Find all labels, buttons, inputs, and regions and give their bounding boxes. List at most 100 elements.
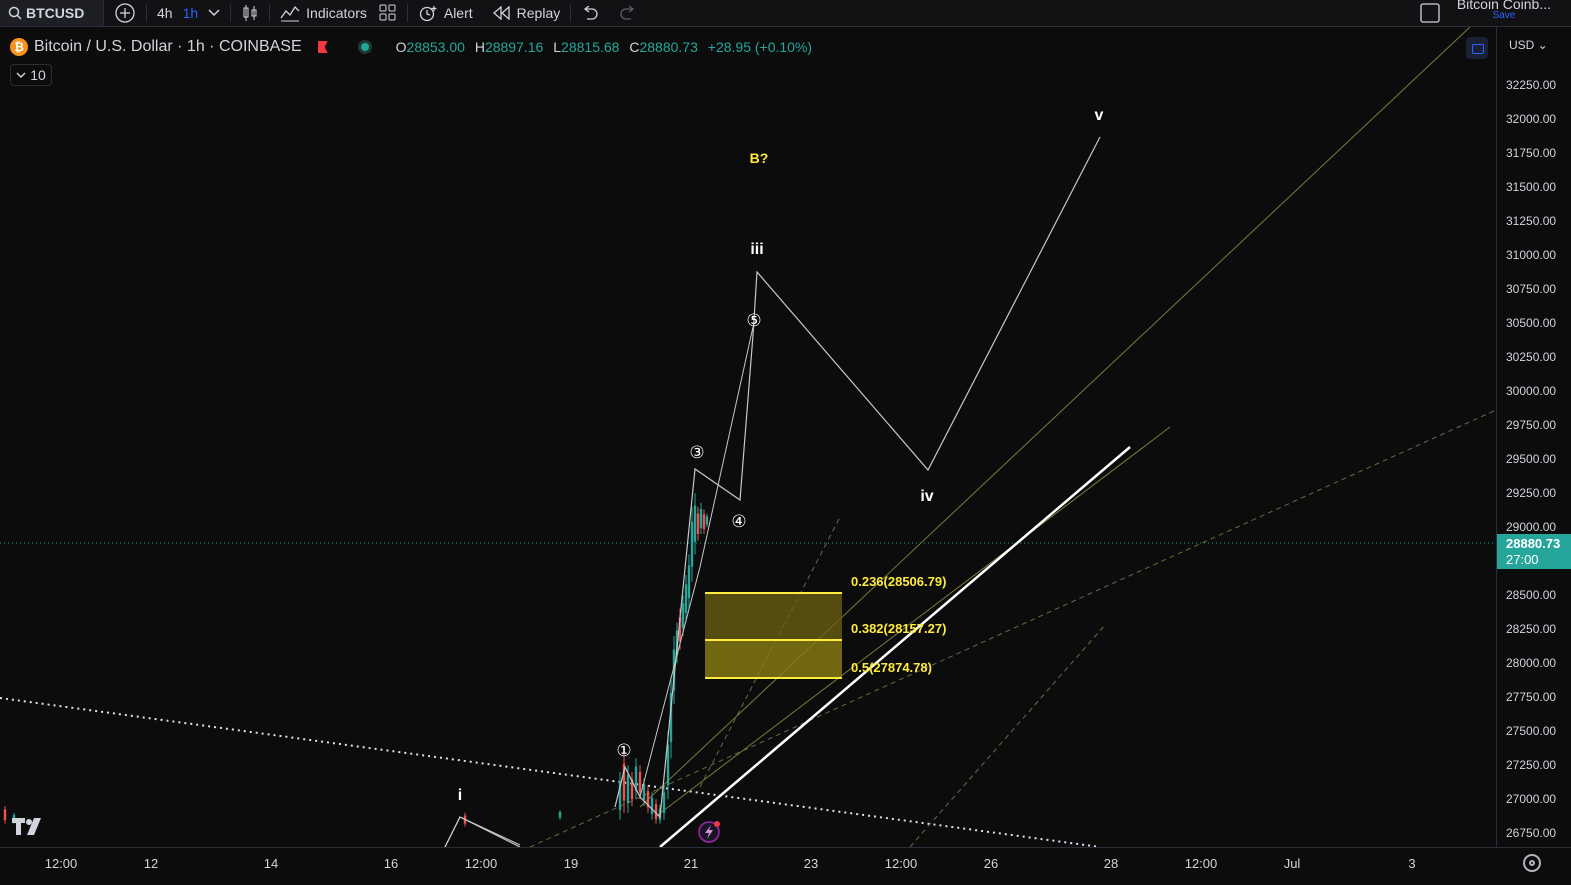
compare-button[interactable] (104, 0, 146, 26)
price-tick-label: 32250.00 (1506, 78, 1557, 92)
open-value: 28853.00 (406, 39, 465, 55)
wave-label-iii[interactable]: iii (750, 241, 763, 258)
channel-line-upper[interactable] (639, 27, 1471, 808)
alert-label: Alert (443, 5, 473, 21)
candle-body (558, 811, 562, 818)
candle-body (696, 513, 700, 534)
time-tick-label: 12:00 (1184, 856, 1218, 871)
time-tick-label: 26 (983, 856, 999, 871)
price-tick-label: 30500.00 (1506, 316, 1557, 330)
candle-body (699, 508, 703, 528)
add-circle-icon (115, 3, 135, 23)
price-tick-label: 31000.00 (1506, 248, 1557, 262)
redo-button[interactable] (609, 0, 647, 26)
undo-icon (584, 6, 598, 20)
candle-body (626, 774, 630, 804)
bar-countdown: 27:00 (1506, 552, 1539, 567)
wave-label-v[interactable]: v (1095, 107, 1104, 124)
wave-label-circle-3[interactable]: ③ (689, 443, 704, 462)
market-status-icon[interactable] (357, 40, 372, 54)
fib-retracement[interactable]: 0.236(28506.79) 0.382(28157.27) 0.5(2787… (705, 574, 946, 679)
price-tick-label: 31250.00 (1506, 214, 1557, 228)
candle-body (687, 565, 691, 598)
time-axis[interactable]: 12:00 12 14 16 12:00 19 21 23 12:00 26 28 12:00 Jul 3 (0, 847, 1571, 885)
elliott-wave-path-start[interactable] (444, 816, 521, 847)
interval-dropdown-button[interactable] (208, 0, 230, 26)
price-tick-label: 26750.00 (1506, 826, 1557, 840)
fan-line-3[interactable] (909, 624, 1106, 847)
fan-line-1[interactable] (529, 409, 1496, 847)
alert-button[interactable]: Alert (408, 0, 483, 26)
wave-label-circle-5[interactable]: ⑤ (746, 311, 761, 330)
save-layout-button[interactable]: Bitcoin Coinb... Save (1457, 0, 1551, 21)
candle-body (650, 797, 654, 815)
wave-label-i[interactable]: i (458, 787, 462, 804)
fib-label-0236: 0.236(28506.79) (851, 574, 946, 589)
tradingview-logo[interactable] (12, 815, 46, 843)
object-tree-button[interactable] (1466, 37, 1488, 59)
price-tick-label: 29250.00 (1506, 486, 1557, 500)
tradingview-logo-icon (12, 818, 41, 835)
price-tick-label: 28250.00 (1506, 622, 1557, 636)
symbol-title[interactable]: Bitcoin / U.S. Dollar · 1h · COINBASE (34, 38, 302, 56)
replay-button[interactable]: Replay (483, 0, 571, 26)
chart-pane[interactable]: 0.236(28506.79) 0.382(28157.27) 0.5(2787… (0, 27, 1496, 847)
price-tick-label: 29500.00 (1506, 452, 1557, 466)
time-tick-label: 12:00 (884, 856, 918, 871)
gear-icon[interactable] (1523, 854, 1541, 872)
undo-button[interactable] (571, 0, 609, 26)
currency-selector[interactable]: USD ⌄ (1509, 38, 1548, 52)
wave-label-b[interactable]: B? (750, 150, 769, 166)
downtrend-line[interactable] (0, 697, 1101, 847)
time-tick-label: 12:00 (44, 856, 78, 871)
price-tick-label: 30250.00 (1506, 350, 1557, 364)
elliott-wave-path[interactable] (444, 816, 521, 847)
price-axis[interactable]: USD ⌄ 32250.00 32000.00 31750.00 31500.00 31… (1496, 27, 1571, 847)
close-value: 28880.73 (639, 39, 698, 55)
price-tick-label: 28500.00 (1506, 588, 1557, 602)
chart-legend[interactable]: ₿ Bitcoin / U.S. Dollar · 1h · COINBASE … (10, 38, 818, 56)
flag-icon[interactable] (317, 41, 328, 53)
symbol-label: BTCUSD (26, 5, 85, 21)
redo-icon (620, 6, 635, 20)
interval-1h-label: 1h (182, 5, 199, 21)
search-icon (8, 6, 22, 20)
time-tick-label: 21 (683, 856, 699, 871)
candles-icon (243, 5, 257, 21)
time-tick-label: 19 (563, 856, 579, 871)
candle-body (705, 516, 709, 525)
price-tick-label: 29000.00 (1506, 520, 1557, 534)
time-tick-label: 16 (383, 856, 399, 871)
interval-1h-button[interactable]: 1h (183, 0, 209, 26)
time-tick-label: 14 (263, 856, 279, 871)
last-price-badge: 28880.73 27:00 (1497, 534, 1571, 569)
price-tick-label: 30750.00 (1506, 282, 1557, 296)
high-key: H (474, 39, 485, 55)
chevron-down-icon (16, 72, 26, 78)
price-tick-label: 27250.00 (1506, 758, 1557, 772)
chevron-down-icon (208, 9, 220, 17)
layout-save-area: Bitcoin Coinb... Save (1419, 0, 1551, 26)
interval-4h-button[interactable]: 4h (147, 0, 183, 26)
indicators-button[interactable]: Indicators (270, 0, 377, 26)
grid-icon (379, 4, 396, 21)
indicators-toggle-button[interactable]: 10 (10, 64, 52, 86)
elliott-wave-path-main[interactable] (614, 136, 1101, 819)
symbol-search-button[interactable]: BTCUSD (0, 0, 104, 26)
candle-body (702, 514, 706, 530)
high-value: 28897.16 (484, 39, 544, 55)
chart-type-button[interactable] (231, 0, 269, 26)
templates-button[interactable] (377, 0, 407, 26)
events-marker[interactable] (698, 821, 720, 843)
layout-square-icon[interactable] (1419, 2, 1441, 24)
wave-label-iv[interactable]: iv (920, 488, 933, 505)
candle-body (684, 584, 688, 613)
low-value: 28815.68 (561, 39, 620, 55)
elliott-wave-path-alt[interactable] (639, 326, 754, 798)
layout-name: Bitcoin Coinb... (1456, 0, 1551, 12)
candle-body (3, 809, 7, 821)
wave-label-circle-1[interactable]: ① (616, 741, 631, 760)
price-tick-label: 28000.00 (1506, 656, 1557, 670)
fib-zone-upper (705, 593, 842, 640)
wave-label-circle-4[interactable]: ④ (731, 512, 746, 531)
